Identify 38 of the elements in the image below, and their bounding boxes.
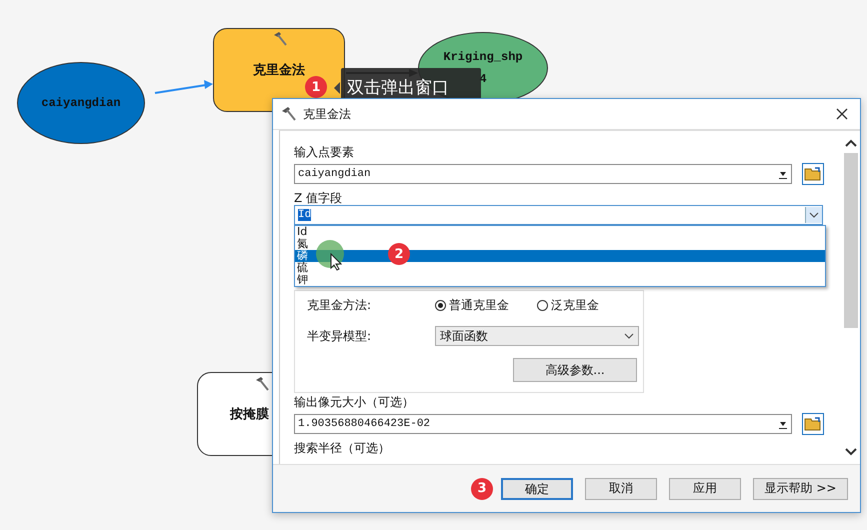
chevron-down-icon[interactable] xyxy=(809,211,819,219)
node-label: Kriging_shp xyxy=(443,50,523,64)
field-label: 半变异模型: xyxy=(307,328,372,344)
dialog-button[interactable]: 确定 xyxy=(501,478,573,500)
node-label: 克里金法 xyxy=(253,62,305,79)
dropdown-field[interactable]: 球面函数 xyxy=(435,326,639,346)
advanced-button[interactable]: 高级参数... xyxy=(513,358,637,382)
scroll-down-icon[interactable] xyxy=(845,448,857,456)
field-label: 克里金方法: xyxy=(307,297,372,314)
step-badge: 3 xyxy=(471,478,493,500)
hammer-icon xyxy=(281,106,297,122)
dropdown-arrow-icon[interactable] xyxy=(778,419,788,429)
dropdown-option[interactable]: Id xyxy=(295,226,825,238)
cursor-icon xyxy=(330,253,342,271)
radio-option[interactable]: 普通克里金 xyxy=(435,297,509,314)
dropdown-option[interactable]: 硫 xyxy=(295,262,825,274)
dropdown-arrow-icon[interactable] xyxy=(778,169,788,179)
dialog-button[interactable]: 取消 xyxy=(585,478,657,500)
dropdown-field[interactable]: Id xyxy=(294,205,823,225)
dropdown-option[interactable]: 钾 xyxy=(295,274,825,286)
node-label: 按掩膜 xyxy=(230,406,269,423)
dialog-button[interactable]: 应用 xyxy=(669,478,741,500)
scroll-up-icon[interactable] xyxy=(845,139,857,147)
input-field[interactable]: 1.90356880466423E-02 xyxy=(294,414,792,434)
hammer-icon xyxy=(272,31,288,47)
dialog-button[interactable]: 显示帮助 >> xyxy=(753,478,848,500)
hammer-icon xyxy=(254,376,270,392)
radio-option[interactable]: 泛克里金 xyxy=(537,297,599,314)
node-label: caiyangdian xyxy=(41,96,121,110)
scrollbar-thumb[interactable] xyxy=(844,153,858,328)
open-folder-button[interactable] xyxy=(802,163,824,185)
model-node[interactable]: caiyangdian xyxy=(17,62,145,144)
input-field[interactable]: caiyangdian xyxy=(294,164,792,184)
field-label: Z 值字段 xyxy=(294,191,342,205)
open-folder-button[interactable] xyxy=(802,413,824,435)
chevron-down-icon[interactable] xyxy=(624,332,634,340)
connector-arrow xyxy=(154,80,213,94)
field-label: 输入点要素 xyxy=(294,145,354,159)
